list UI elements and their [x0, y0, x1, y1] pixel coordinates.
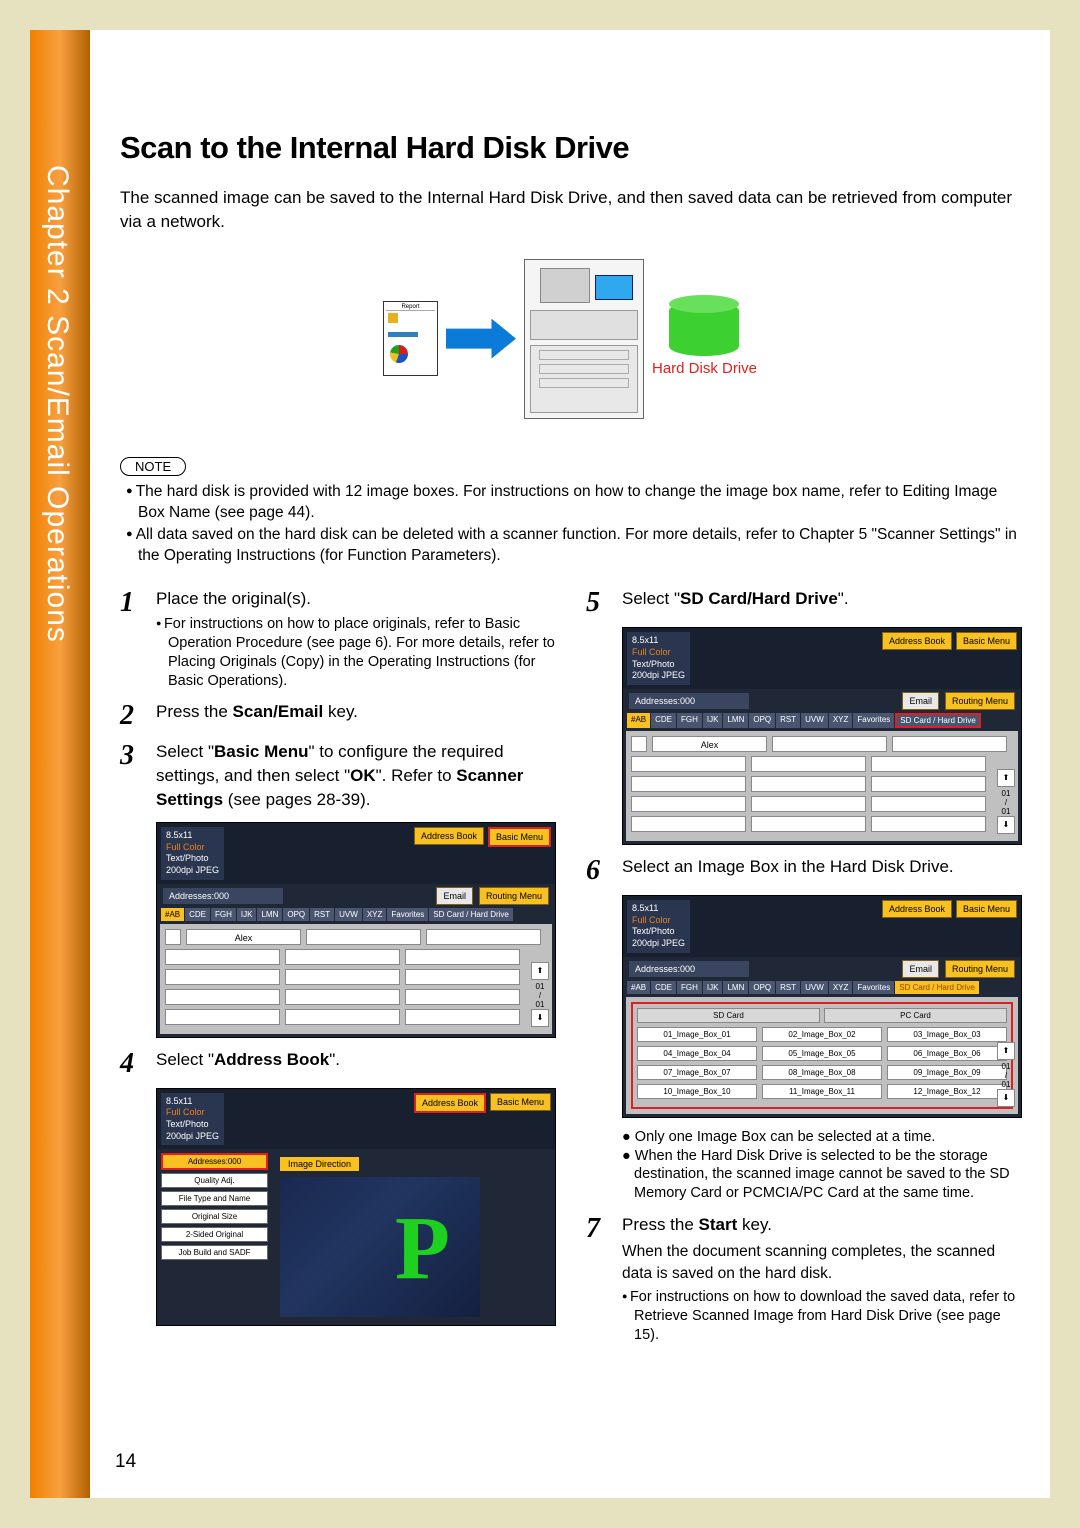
- screenshot-step6: 8.5x11 Full Color Text/Photo 200dpi JPEG…: [622, 895, 1022, 1118]
- email-button[interactable]: Email: [902, 692, 939, 710]
- right-column: 5 Select "SD Card/Hard Drive". 8.5x11 Fu…: [586, 587, 1022, 1355]
- intro-text: The scanned image can be saved to the In…: [120, 186, 1020, 234]
- image-direction-button[interactable]: Image Direction: [280, 1157, 359, 1171]
- pc-icon: [165, 929, 181, 945]
- address-book-button[interactable]: Address Book: [414, 827, 484, 845]
- note-list: The hard disk is provided with 12 image …: [120, 482, 1020, 568]
- address-book-button[interactable]: Address Book: [414, 1093, 486, 1113]
- step-4: 4 Select "Address Book".: [120, 1048, 556, 1078]
- pc-icon: [631, 736, 647, 752]
- scroll-down-icon[interactable]: ⬇: [997, 1089, 1015, 1107]
- scroll-up-icon[interactable]: ⬆: [531, 962, 549, 980]
- email-button[interactable]: Email: [436, 887, 473, 905]
- step-2: 2 Press the Scan/Email key.: [120, 700, 556, 730]
- step-6: 6 Select an Image Box in the Hard Disk D…: [586, 855, 1022, 885]
- step-7: 7 Press the Start key. When the document…: [586, 1213, 1022, 1345]
- step-5: 5 Select "SD Card/Hard Drive".: [586, 587, 1022, 617]
- routing-menu-button[interactable]: Routing Menu: [945, 692, 1015, 710]
- content: Scan to the Internal Hard Disk Drive The…: [120, 130, 1020, 1355]
- page: Chapter 2 Scan/Email Operations Scan to …: [30, 30, 1050, 1498]
- page-number: 14: [115, 1451, 136, 1473]
- steps-columns: 1 Place the original(s). For instruction…: [120, 587, 1020, 1355]
- arrow-icon: [446, 319, 516, 359]
- note-item: All data saved on the hard disk can be d…: [126, 525, 1020, 567]
- scroll-up-icon[interactable]: ⬆: [997, 1042, 1015, 1060]
- image-box-grid: SD Card PC Card 01_Image_Box_0102_Image_…: [631, 1002, 1013, 1109]
- basic-menu-button[interactable]: Basic Menu: [490, 1093, 551, 1111]
- workflow-diagram: Report Hard Disk Drive: [120, 249, 1020, 429]
- basic-menu-list: Addresses:000 Quality Adj. File Type and…: [157, 1149, 272, 1325]
- sd-hard-drive-tab[interactable]: SD Card / Hard Drive: [895, 713, 981, 728]
- note-item: The hard disk is provided with 12 image …: [126, 482, 1020, 524]
- alpha-tabs: #AB CDE FGH IJK LMN OPQ RST UVW XYZ Favo…: [157, 908, 555, 921]
- preview-image: [280, 1177, 480, 1317]
- hdd-cylinder: Hard Disk Drive: [652, 301, 757, 377]
- step-1: 1 Place the original(s). For instruction…: [120, 587, 556, 690]
- screenshot-step5: 8.5x11 Full Color Text/Photo 200dpi JPEG…: [622, 627, 1022, 845]
- note-badge: NOTE: [120, 457, 186, 476]
- screenshot-step3: 8.5x11 Full Color Text/Photo 200dpi JPEG…: [156, 822, 556, 1038]
- scroll-down-icon[interactable]: ⬇: [531, 1009, 549, 1027]
- step-3: 3 Select "Basic Menu" to configure the r…: [120, 740, 556, 811]
- basic-menu-button[interactable]: Basic Menu: [488, 827, 551, 847]
- scroll-down-icon[interactable]: ⬇: [997, 816, 1015, 834]
- hdd-label: Hard Disk Drive: [652, 360, 757, 377]
- basic-menu-button[interactable]: Basic Menu: [956, 632, 1017, 650]
- page-title: Scan to the Internal Hard Disk Drive: [120, 130, 1020, 166]
- address-book-button[interactable]: Address Book: [882, 632, 952, 650]
- chapter-sidebar: Chapter 2 Scan/Email Operations: [30, 30, 90, 1498]
- screenshot-step4: 8.5x11 Full Color Text/Photo 200dpi JPEG…: [156, 1088, 556, 1327]
- step6-notes: ● Only one Image Box can be selected at …: [622, 1128, 1022, 1203]
- scroll-control: ⬆ 01 / 01 ⬇: [531, 962, 549, 1029]
- address-cell[interactable]: Alex: [186, 929, 301, 945]
- chapter-label: Chapter 2 Scan/Email Operations: [40, 165, 74, 643]
- addresses-button[interactable]: Addresses:000: [161, 1153, 268, 1170]
- report-page-icon: Report: [383, 301, 438, 376]
- printer-icon: [524, 259, 644, 419]
- left-column: 1 Place the original(s). For instruction…: [120, 587, 556, 1355]
- hdd-icon: [669, 301, 739, 356]
- scroll-up-icon[interactable]: ⬆: [997, 769, 1015, 787]
- routing-menu-button[interactable]: Routing Menu: [479, 887, 549, 905]
